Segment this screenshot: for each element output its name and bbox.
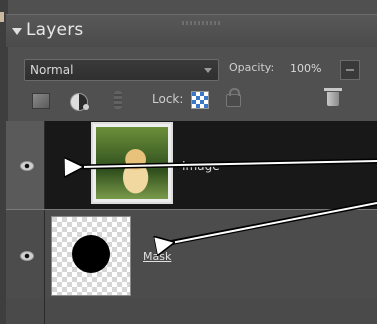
panel-title: Layers <box>26 20 84 40</box>
opacity-label: Opacity: <box>229 61 275 74</box>
eye-icon[interactable] <box>20 161 34 171</box>
list-bottom-strip <box>6 299 377 324</box>
lock-icon[interactable] <box>226 88 241 107</box>
new-layer-icon[interactable] <box>32 93 50 109</box>
opacity-stepper[interactable] <box>340 60 360 80</box>
mask-shape <box>72 235 110 273</box>
layers-panel: Layers Normal Opacity: 100% Lock: Image <box>0 0 377 324</box>
lock-transparent-icon[interactable] <box>191 91 209 109</box>
blend-mode-dropdown[interactable]: Normal <box>24 59 219 81</box>
blend-mode-value: Normal <box>30 63 74 77</box>
link-icon[interactable] <box>114 91 122 109</box>
adjustment-menu-dot <box>83 104 89 110</box>
layer-row-image[interactable]: Image <box>6 121 377 209</box>
layer-name[interactable]: Mask <box>143 250 171 263</box>
layer-row-mask[interactable]: Mask <box>6 209 377 300</box>
eye-icon[interactable] <box>20 251 34 261</box>
mask-thumbnail[interactable] <box>51 216 131 296</box>
puppy-photo-thumbnail <box>96 127 168 199</box>
lock-label: Lock: <box>152 92 184 106</box>
layer-name[interactable]: Image <box>182 159 220 173</box>
opacity-value[interactable]: 100% <box>290 62 321 75</box>
drag-grip[interactable] <box>182 21 222 25</box>
collapse-triangle-icon[interactable] <box>12 28 22 35</box>
layer-thumbnail[interactable] <box>91 122 173 204</box>
trash-icon[interactable] <box>324 88 342 106</box>
visibility-column <box>6 121 45 209</box>
visibility-column <box>6 210 45 300</box>
chevron-down-icon <box>204 68 212 73</box>
layers-list: Image Mask <box>6 121 377 324</box>
panel-corner-mark <box>0 12 4 22</box>
